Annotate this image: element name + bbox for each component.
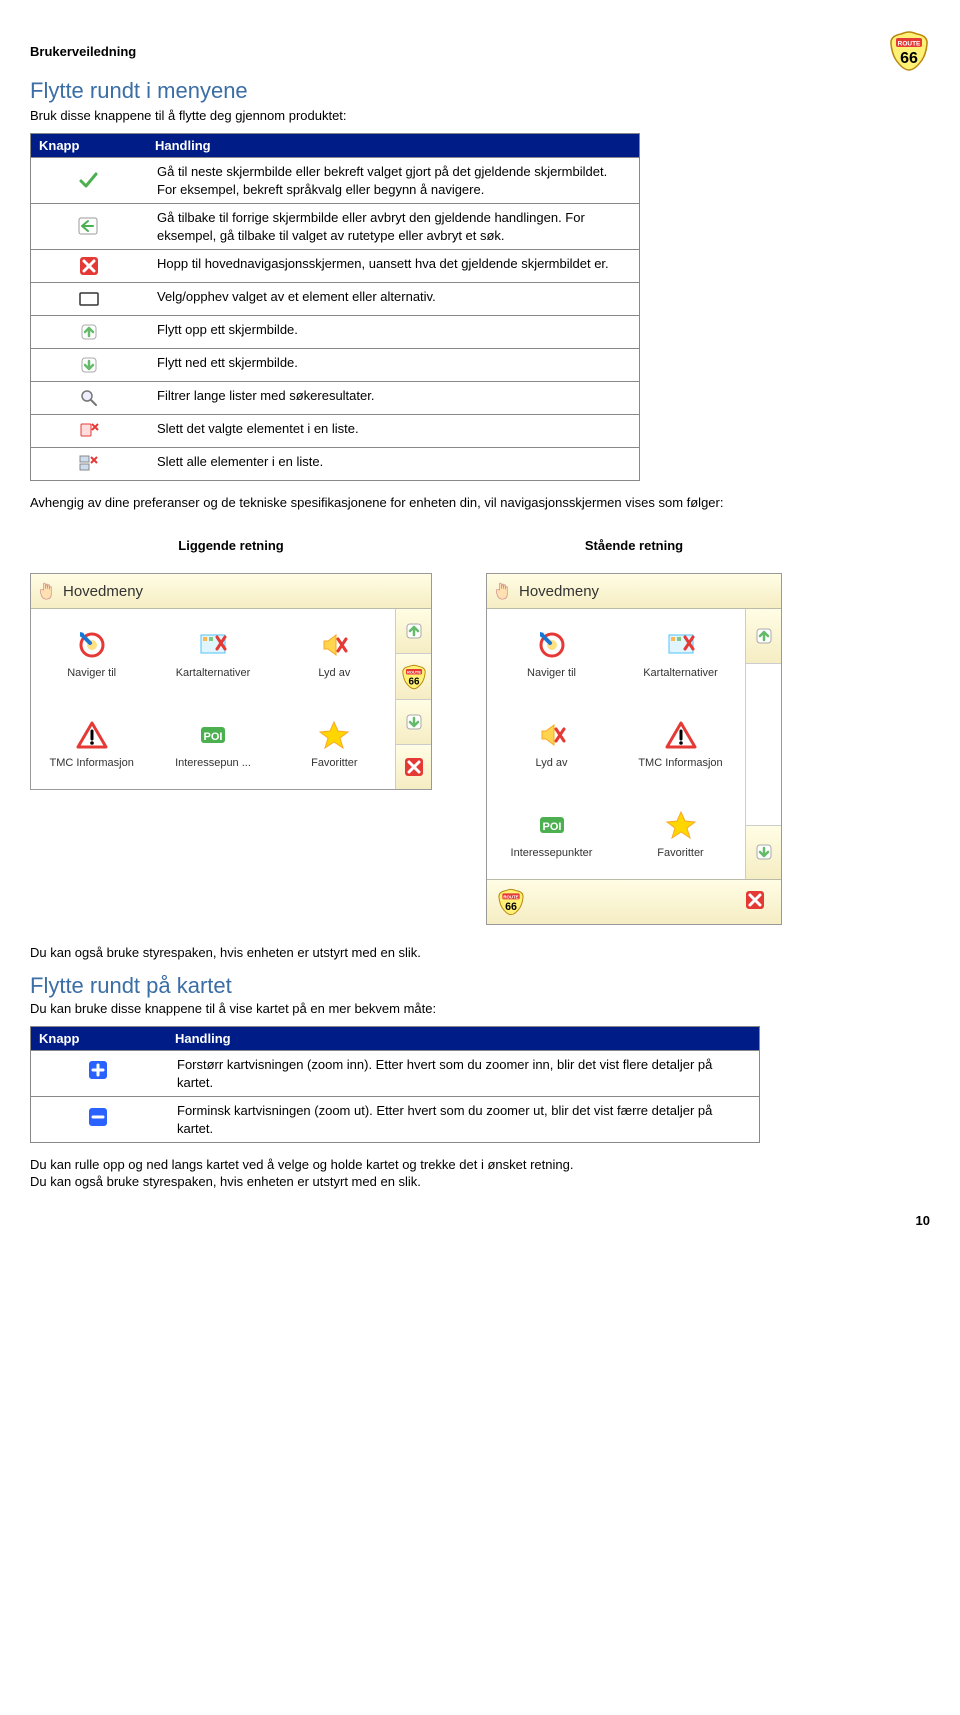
close-icon	[78, 255, 100, 277]
col-handling: Handling	[147, 134, 640, 158]
device-portrait-mock: Hovedmeny Naviger til Kartalternativer L…	[486, 573, 782, 925]
section1-after-table: Avhengig av dine preferanser og de tekni…	[30, 495, 930, 510]
poi-icon	[197, 719, 229, 751]
route66-button[interactable]	[487, 880, 535, 924]
target-icon	[76, 629, 108, 661]
table-row: Forstørr kartvisningen (zoom inn). Etter…	[31, 1051, 760, 1097]
map-icon	[197, 629, 229, 661]
table-row: Slett det valgte elementet i en liste.	[31, 415, 640, 448]
menu-item-tmc[interactable]: TMC Informasjon	[616, 699, 745, 789]
back-icon	[77, 216, 101, 238]
close-icon	[403, 756, 425, 778]
landscape-label: Liggende retning	[30, 538, 432, 553]
arrow-down-icon	[753, 841, 775, 863]
map-buttons-table: Knapp Handling Forstørr kartvisningen (z…	[30, 1026, 760, 1143]
checkbox-icon	[78, 288, 100, 310]
arrow-up-icon	[753, 625, 775, 647]
col-knapp: Knapp	[31, 134, 148, 158]
titlebar-text: Hovedmeny	[519, 583, 599, 600]
route66-button[interactable]	[395, 654, 431, 699]
route66-logo	[888, 30, 930, 72]
hand-icon	[37, 581, 57, 601]
table-row: Hopp til hovednavigasjonsskjermen, uanse…	[31, 250, 640, 283]
menu-item-poi[interactable]: Interessepunkter	[487, 789, 616, 879]
star-icon	[318, 719, 350, 751]
menu-item-fav[interactable]: Favoritter	[616, 789, 745, 879]
scrollbar-track[interactable]	[745, 664, 781, 826]
section1-after-orient: Du kan også bruke styrespaken, hvis enhe…	[30, 945, 930, 960]
arrow-down-icon	[403, 711, 425, 733]
table-row: Forminsk kartvisningen (zoom ut). Etter …	[31, 1097, 760, 1143]
route66-icon	[401, 664, 427, 690]
warning-icon	[665, 719, 697, 751]
route66-icon	[497, 888, 525, 916]
plus-icon	[87, 1059, 111, 1083]
portrait-label: Stående retning	[486, 538, 782, 553]
menu-item-poi[interactable]: Interessepun ...	[152, 699, 273, 789]
map-icon	[665, 629, 697, 661]
table-row: Slett alle elementer i en liste.	[31, 448, 640, 481]
soundoff-icon	[536, 719, 568, 751]
delete-one-icon	[78, 420, 100, 442]
section2-intro: Du kan bruke disse knappene til å vise k…	[30, 1001, 930, 1016]
scroll-up-button[interactable]	[395, 609, 431, 654]
soundoff-icon	[318, 629, 350, 661]
table-row: Flytt opp ett skjermbilde.	[31, 316, 640, 349]
menu-item-naviger[interactable]: Naviger til	[487, 609, 616, 699]
device-landscape-mock: Hovedmeny Naviger til Kartalternativer L…	[30, 573, 432, 790]
close-button[interactable]	[395, 745, 431, 789]
titlebar-text: Hovedmeny	[63, 583, 143, 600]
arrow-up-icon	[78, 321, 100, 343]
section2-after2: Du kan også bruke styrespaken, hvis enhe…	[30, 1174, 930, 1189]
section2-after1: Du kan rulle opp og ned langs kartet ved…	[30, 1157, 930, 1172]
table-row: Velg/opphev valget av et element eller a…	[31, 283, 640, 316]
menu-item-fav[interactable]: Favoritter	[274, 699, 395, 789]
close-icon	[744, 889, 770, 915]
col-handling: Handling	[167, 1027, 760, 1051]
target-icon	[536, 629, 568, 661]
close-button[interactable]	[733, 880, 781, 924]
table-row: Filtrer lange lister med søkeresultater.	[31, 382, 640, 415]
section-title-map: Flytte rundt på kartet	[30, 973, 930, 999]
section1-intro: Bruk disse knappene til å flytte deg gje…	[30, 108, 930, 123]
menu-item-lydav[interactable]: Lyd av	[487, 699, 616, 789]
page-number: 10	[30, 1213, 930, 1228]
menu-item-tmc[interactable]: TMC Informasjon	[31, 699, 152, 789]
scroll-down-button[interactable]	[395, 700, 431, 745]
col-knapp: Knapp	[31, 1027, 168, 1051]
table-row: Gå tilbake til forrige skjermbilde eller…	[31, 204, 640, 250]
scroll-up-button[interactable]	[745, 609, 781, 664]
menu-item-kartalt[interactable]: Kartalternativer	[152, 609, 273, 699]
menu-item-kartalt[interactable]: Kartalternativer	[616, 609, 745, 699]
star-icon	[665, 809, 697, 841]
doc-title: Brukerveiledning	[30, 44, 136, 59]
scroll-down-button[interactable]	[745, 826, 781, 880]
table-row: Gå til neste skjermbilde eller bekreft v…	[31, 158, 640, 204]
delete-all-icon	[78, 453, 100, 475]
section-title-menus: Flytte rundt i menyene	[30, 78, 930, 104]
check-icon	[78, 170, 100, 192]
arrow-up-icon	[403, 620, 425, 642]
table-row: Flytt ned ett skjermbilde.	[31, 349, 640, 382]
minus-icon	[87, 1106, 111, 1130]
menu-item-lydav[interactable]: Lyd av	[274, 609, 395, 699]
menu-item-naviger[interactable]: Naviger til	[31, 609, 152, 699]
search-icon	[78, 387, 100, 409]
arrow-down-icon	[78, 354, 100, 376]
buttons-table: Knapp Handling Gå til neste skjermbilde …	[30, 133, 640, 481]
poi-icon	[536, 809, 568, 841]
hand-icon	[493, 581, 513, 601]
warning-icon	[76, 719, 108, 751]
